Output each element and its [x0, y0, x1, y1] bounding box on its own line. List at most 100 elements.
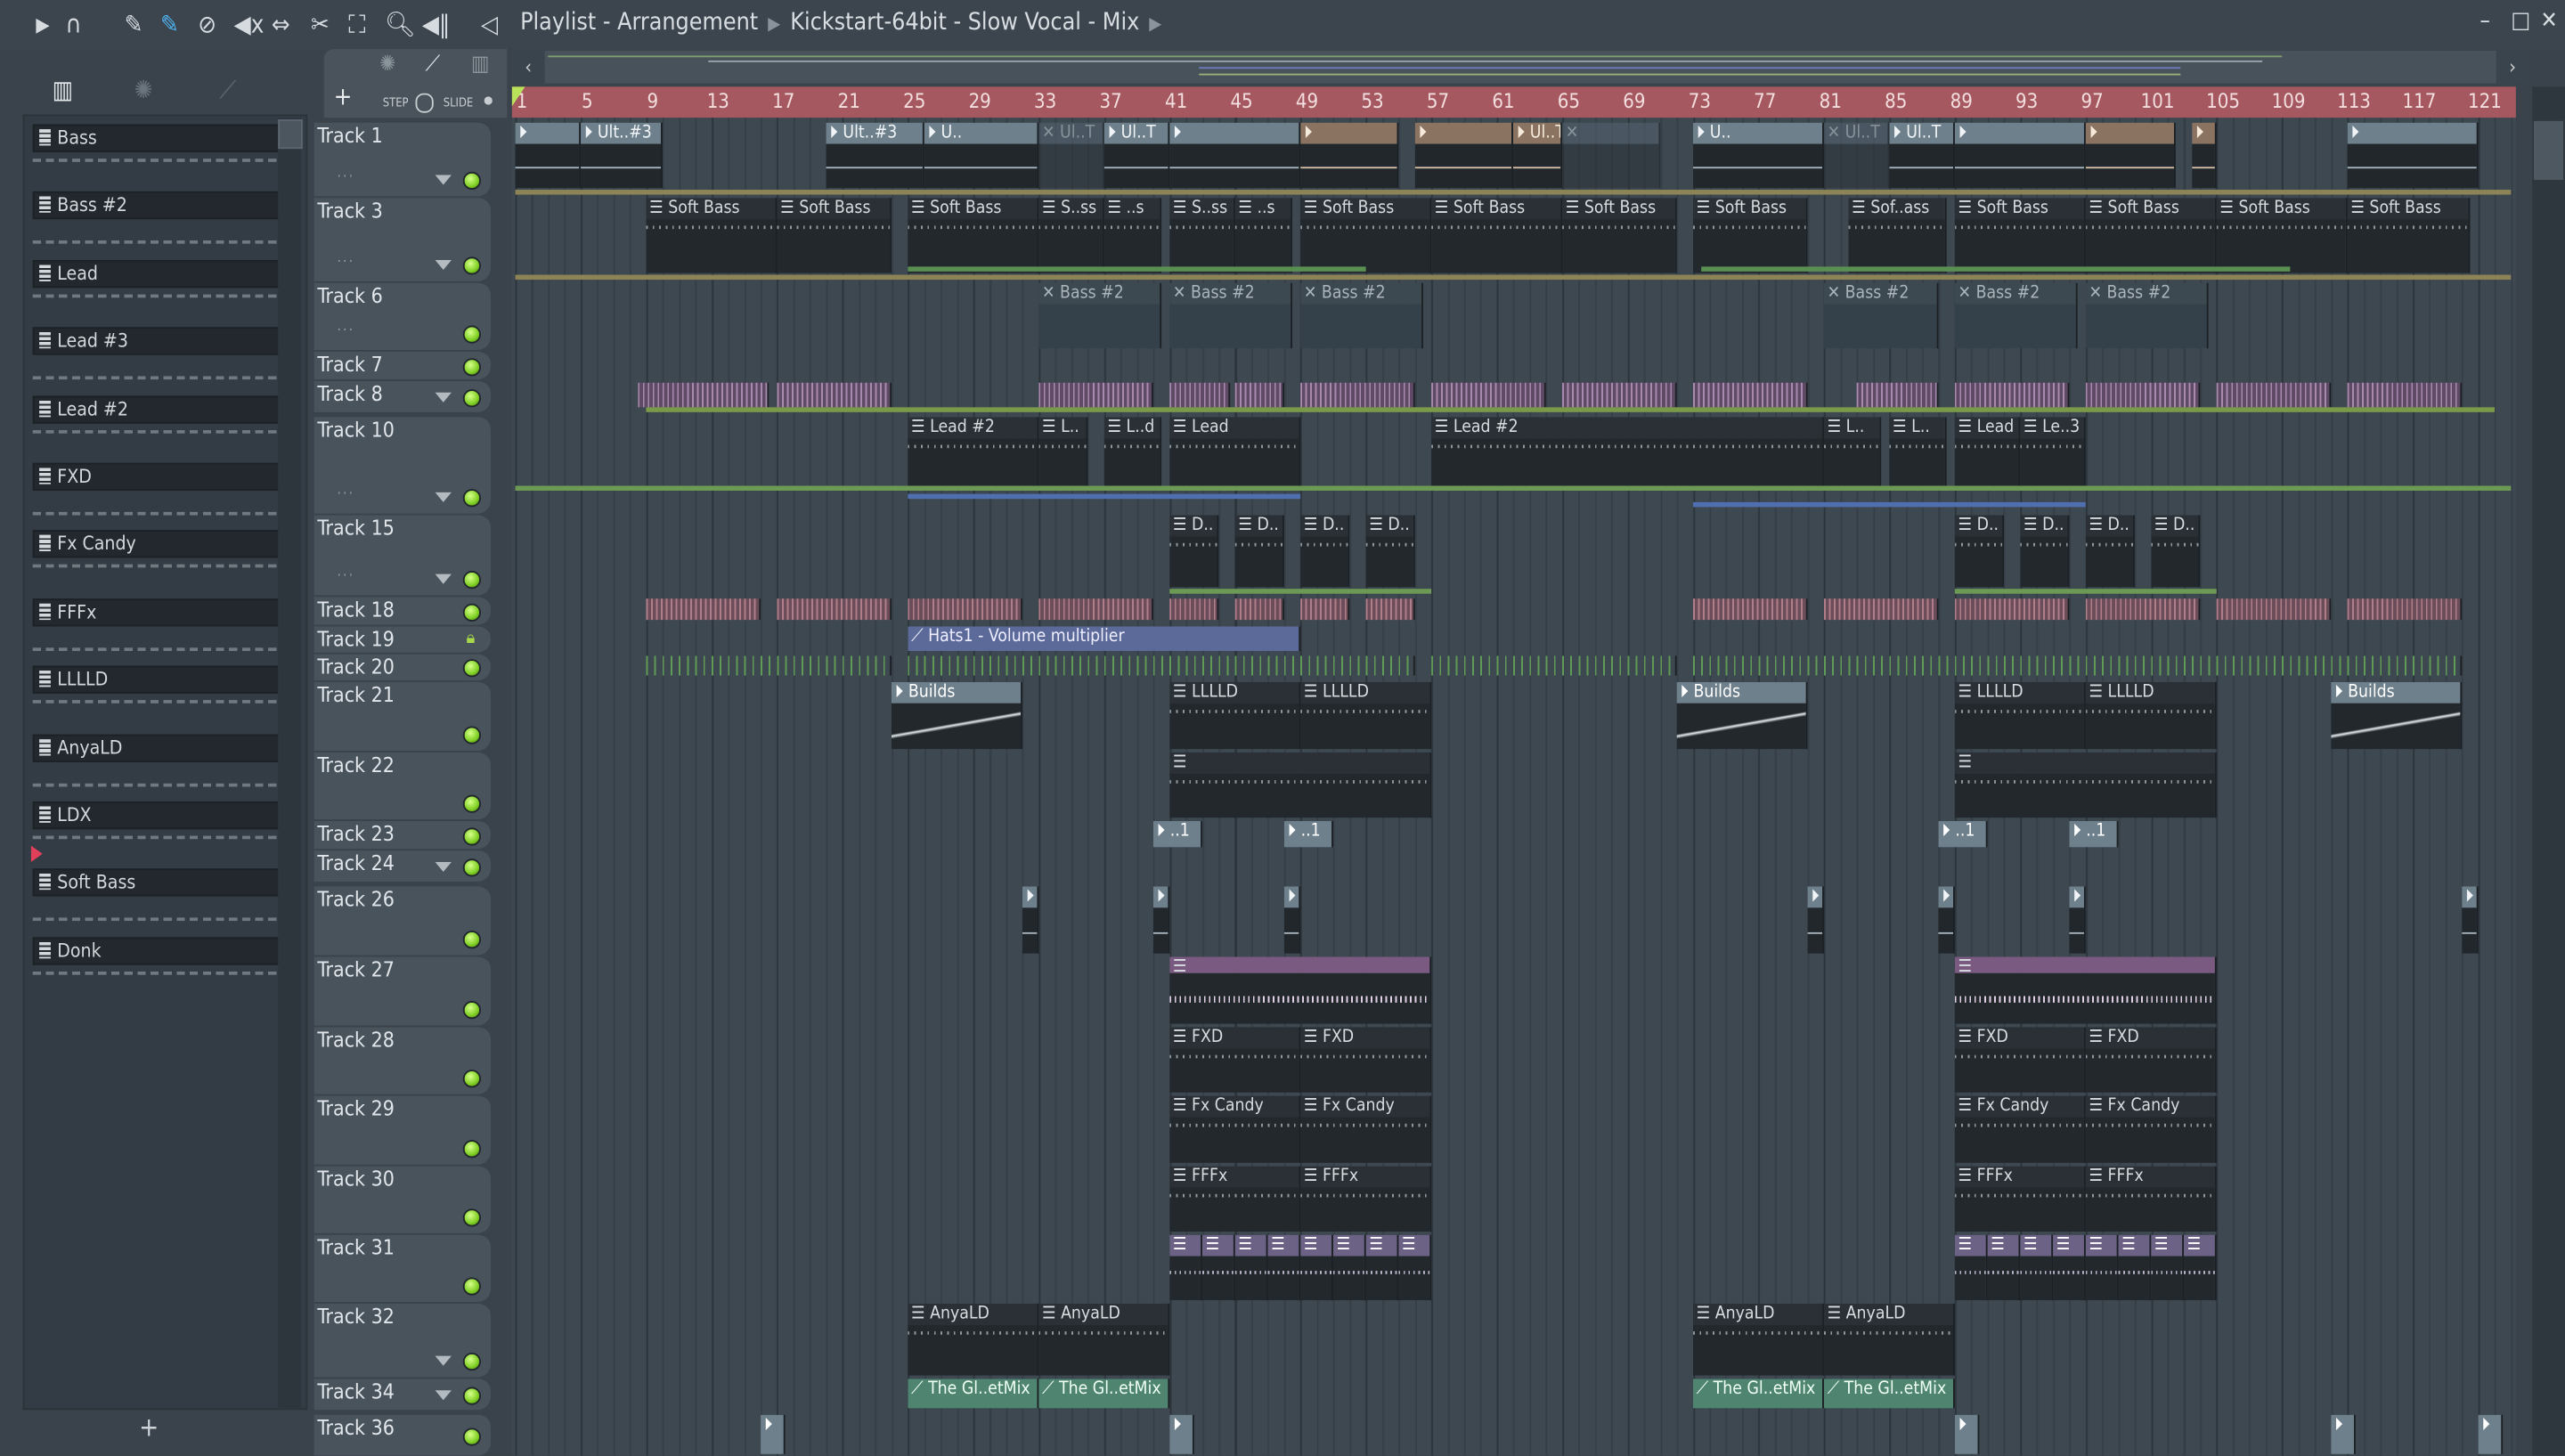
- dropdown-arrow-icon[interactable]: [435, 175, 452, 185]
- clip-header[interactable]: ⏵: [1807, 886, 1823, 908]
- clip-header[interactable]: ☰ Fx Candy: [1954, 1095, 2084, 1118]
- playlist-clip[interactable]: ☰ D..: [1300, 515, 1350, 588]
- track-header[interactable]: Track 23: [314, 819, 492, 850]
- track-name[interactable]: Track 22: [317, 752, 395, 777]
- minimize-button[interactable]: –: [2480, 8, 2490, 34]
- track-name[interactable]: Track 20: [317, 655, 395, 679]
- playlist-clip[interactable]: ☰: [1954, 1234, 1988, 1301]
- track-enable-led[interactable]: [462, 858, 481, 876]
- playlist-clip[interactable]: ☰ AnyaLD: [908, 1303, 1039, 1376]
- clip-header[interactable]: ☰: [1987, 1234, 2019, 1257]
- dropdown-arrow-icon[interactable]: [435, 1389, 452, 1400]
- slice-icon[interactable]: ✂: [311, 10, 330, 39]
- clip-header[interactable]: ☰ LLLLD: [1954, 681, 2084, 704]
- track-enable-led[interactable]: [462, 325, 481, 344]
- track-enable-led[interactable]: [462, 1386, 481, 1404]
- picker-item[interactable]: Fx Candy: [32, 530, 281, 559]
- clip-header[interactable]: ☰ Le..3: [2020, 417, 2084, 439]
- playlist-clip[interactable]: [1038, 598, 1153, 621]
- playlist-clip[interactable]: [1169, 598, 1219, 621]
- playlist-clip[interactable]: ☰: [2151, 1234, 2184, 1301]
- playlist-clip[interactable]: ☰ D..: [1169, 515, 1219, 588]
- clip-header[interactable]: ⟋ The Gl..etMix: [1692, 1379, 1823, 1409]
- mute-speaker-icon[interactable]: ◀x: [234, 10, 265, 39]
- playlist-clip[interactable]: ☰ FXD: [1169, 1027, 1301, 1093]
- clip-header[interactable]: ⏵: [2069, 886, 2084, 908]
- clip-header[interactable]: ✕ Bass #2: [2085, 282, 2207, 305]
- playlist-clip[interactable]: ☰ L..: [1038, 417, 1088, 486]
- playlist-clip[interactable]: ⏵: [2478, 1414, 2504, 1454]
- playlist-clip[interactable]: [777, 598, 892, 621]
- playlist-clip[interactable]: [2085, 598, 2201, 621]
- track-enable-led[interactable]: [462, 171, 481, 191]
- track-enable-led[interactable]: [462, 357, 481, 376]
- track-header[interactable]: Track 31: [314, 1232, 492, 1303]
- clip-header[interactable]: ⏵: [1954, 1414, 1978, 1454]
- track-header[interactable]: Track 30: [314, 1164, 492, 1233]
- clip-header[interactable]: ☰ L..: [1889, 417, 1945, 439]
- clip-header[interactable]: ⏵: [1152, 886, 1168, 908]
- song-title[interactable]: Kickstart-64bit - Slow Vocal - Mix: [790, 10, 1139, 36]
- playlist-clip[interactable]: ☰ FFFx: [1300, 1166, 1432, 1232]
- clip-header[interactable]: ⟋ The Gl..etMix: [1823, 1379, 1954, 1409]
- playlist-clip[interactable]: ⏵: [1807, 886, 1824, 954]
- magnet-icon[interactable]: ∩: [65, 10, 81, 39]
- picker-item[interactable]: Lead: [32, 259, 281, 288]
- track-enable-led[interactable]: [462, 388, 481, 407]
- clip-header[interactable]: ☰ D..: [2020, 515, 2068, 537]
- track-name[interactable]: Track 31: [317, 1235, 395, 1260]
- track-header[interactable]: Track 27: [314, 955, 492, 1026]
- playlist-clip[interactable]: ⟋ The Gl..etMix: [1038, 1379, 1170, 1409]
- clip-header[interactable]: ⏵: [1300, 122, 1397, 144]
- playlist-clip[interactable]: ☰: [1267, 1234, 1301, 1301]
- clip-header[interactable]: ☰ Soft Bass: [2216, 198, 2346, 220]
- clip-header[interactable]: ☰ FFFx: [1954, 1166, 2084, 1188]
- playlist-clip[interactable]: ☰ Soft Bass: [2216, 198, 2348, 273]
- clip-header[interactable]: ⏵ Builds: [2331, 681, 2461, 704]
- track-name[interactable]: Track 15: [317, 516, 395, 541]
- clip-header[interactable]: ☰: [1332, 1234, 1364, 1257]
- clip-header[interactable]: ☰ FXD: [1954, 1027, 2084, 1049]
- dropdown-arrow-icon[interactable]: [435, 492, 452, 502]
- clip-header[interactable]: ✕ Bass #2: [1300, 282, 1422, 305]
- playlist-clip[interactable]: ☰ D..: [1234, 515, 1284, 588]
- playlist-clip[interactable]: ☰ Lead #2: [908, 417, 1039, 486]
- picker-item[interactable]: LLLLD: [32, 665, 281, 695]
- window-title[interactable]: Playlist - Arrangement: [520, 10, 758, 36]
- mute-tool-icon[interactable]: ⊘: [198, 10, 216, 39]
- piano-icon[interactable]: ▥: [53, 75, 73, 104]
- clip-header[interactable]: ☰ AnyaLD: [1038, 1303, 1168, 1325]
- waveform-icon[interactable]: ✺: [134, 75, 153, 104]
- playlist-clip[interactable]: ☰ FFFx: [1954, 1166, 2086, 1232]
- track-header[interactable]: Track 28: [314, 1025, 492, 1094]
- clip-header[interactable]: ☰ ..s: [1234, 198, 1291, 220]
- playlist-clip[interactable]: ⏵ Ul..T: [1889, 122, 1955, 189]
- playlist-clip[interactable]: ☰ S..ss: [1038, 198, 1104, 273]
- playlist-clip[interactable]: ☰ Fx Candy: [2085, 1095, 2217, 1163]
- clip-header[interactable]: ☰ Lead #2: [908, 417, 1038, 439]
- track-header[interactable]: Track 36: [314, 1412, 492, 1456]
- picker-item[interactable]: Soft Bass: [32, 869, 281, 898]
- clip-header[interactable]: ✕: [1562, 122, 1659, 144]
- track-enable-led[interactable]: [462, 1001, 481, 1020]
- clip-header[interactable]: ⏵: [2462, 886, 2477, 908]
- track-header[interactable]: Track 32: [314, 1302, 492, 1378]
- clip-header[interactable]: ☰ L..d: [1103, 417, 1160, 439]
- track-name[interactable]: Track 26: [317, 886, 395, 911]
- clip-header[interactable]: ☰: [1954, 1234, 1986, 1257]
- track-name[interactable]: Track 18: [317, 597, 395, 622]
- playlist-clip[interactable]: ⏵: [2085, 122, 2176, 189]
- automation-icon[interactable]: ⟋: [426, 53, 441, 77]
- track-enable-led[interactable]: [462, 1277, 481, 1296]
- playlist-clip[interactable]: ☰ D..: [2085, 515, 2135, 588]
- clip-header[interactable]: ⏵ U..: [924, 122, 1038, 144]
- playlist-clip[interactable]: ☰: [1332, 1234, 1366, 1301]
- arrangement-overview[interactable]: [511, 50, 2516, 84]
- clip-header[interactable]: ☰ Soft Bass: [908, 198, 1038, 220]
- playlist-clip[interactable]: ⏵ U..: [1692, 122, 1824, 189]
- playlist-clip[interactable]: ⏵: [1169, 1414, 1194, 1454]
- track-name[interactable]: Track 7: [317, 352, 382, 377]
- playlist-clip[interactable]: ✕ Bass #2: [2085, 282, 2209, 349]
- clip-header[interactable]: ☰: [1398, 1234, 1430, 1257]
- playlist-clip[interactable]: ☰ Le..3: [2020, 417, 2086, 486]
